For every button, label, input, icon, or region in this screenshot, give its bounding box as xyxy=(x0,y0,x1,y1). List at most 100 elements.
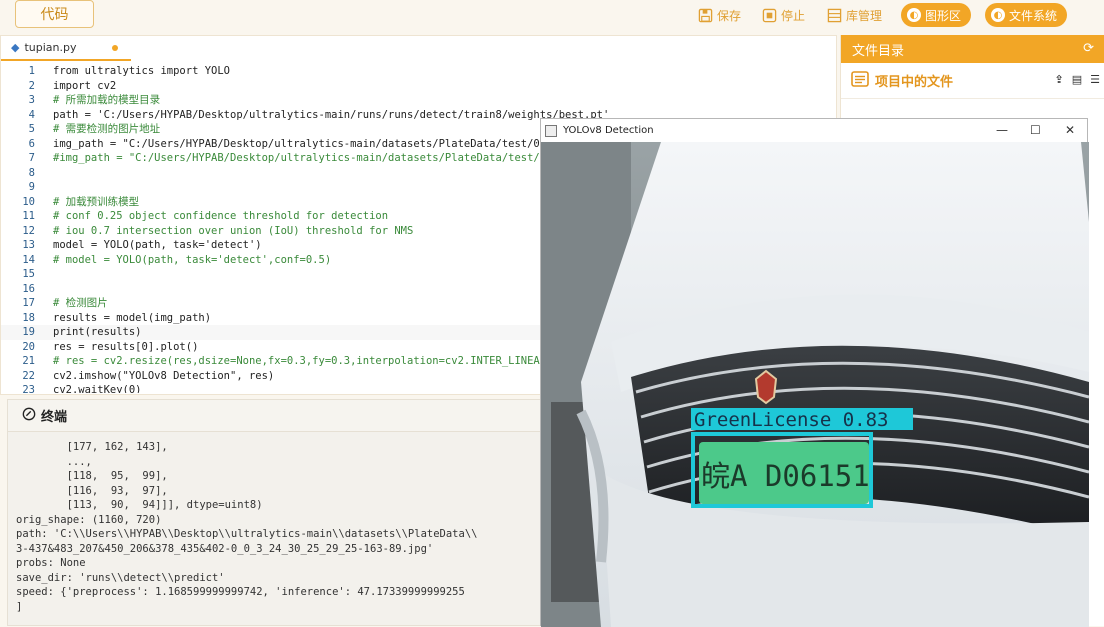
line-number: 19 xyxy=(22,326,35,338)
library-icon xyxy=(826,7,842,23)
stop-icon xyxy=(761,7,777,23)
maximize-icon[interactable]: ☐ xyxy=(1030,123,1041,137)
code-text: # res = cv2.resize(res,dsize=None,fx=0.3… xyxy=(53,355,553,367)
file-system-label: 文件系统 xyxy=(1009,8,1058,23)
code-line[interactable]: 3 # 所需加载的模型目录 xyxy=(1,93,836,108)
line-number: 5 xyxy=(28,123,35,135)
line-number: 22 xyxy=(22,369,35,382)
line-number: 13 xyxy=(22,239,35,251)
line-number: 7 xyxy=(28,152,35,164)
line-number: 14 xyxy=(22,253,35,266)
line-number: 10 xyxy=(22,195,35,208)
folder-icon xyxy=(851,70,869,91)
terminal-line: orig_shape: (1160, 720) xyxy=(16,513,162,526)
code-text: # model = YOLO(path, task='detect',conf=… xyxy=(53,253,332,266)
terminal-line: [177, 162, 143], xyxy=(16,441,168,453)
code-text: # iou 0.7 intersection over union (IoU) … xyxy=(53,224,414,237)
link-icon xyxy=(22,407,36,425)
line-number: 6 xyxy=(28,137,35,150)
line-number: 17 xyxy=(22,297,35,309)
terminal-title: 终端 xyxy=(41,410,68,425)
code-tab-button[interactable]: 代码 xyxy=(15,0,94,28)
line-number: 1 xyxy=(28,65,35,77)
line-number: 11 xyxy=(22,210,35,222)
detection-label: GreenLicense 0.83 xyxy=(694,409,888,431)
terminal-line: path: 'C:\\Users\\HYPAB\\Desktop\\ultral… xyxy=(16,528,478,540)
graphics-label: 图形区 xyxy=(925,8,962,23)
code-text: model = YOLO(path, task='detect') xyxy=(53,239,262,251)
terminal-panel: 终端 [177, 162, 143], ..., [118, 95, 99], … xyxy=(7,399,542,626)
code-text: # 加载预训练模型 xyxy=(53,195,140,208)
code-text: cv2.imshow("YOLOv8 Detection", res) xyxy=(53,369,275,382)
code-text: # 所需加载的模型目录 xyxy=(53,94,161,106)
minimize-icon[interactable]: — xyxy=(996,123,1008,137)
code-text: #img_path = "C:/Users/HYPAB/Desktop/ultr… xyxy=(53,152,578,164)
terminal-output[interactable]: [177, 162, 143], ..., [118, 95, 99], [11… xyxy=(16,440,543,625)
terminal-header: 终端 xyxy=(8,400,541,432)
panel-header: 文件目录 ⟳ xyxy=(841,35,1104,63)
upload-icon[interactable]: ⇪ xyxy=(1055,73,1064,86)
line-number: 9 xyxy=(28,181,35,193)
code-line[interactable]: 1 from ultralytics import YOLO xyxy=(1,64,836,79)
code-text: from ultralytics import YOLO xyxy=(53,65,231,77)
line-number: 8 xyxy=(28,166,35,179)
file-system-button[interactable]: ◐ 文件系统 xyxy=(985,3,1068,27)
terminal-line: probs: None xyxy=(16,557,86,569)
terminal-line: speed: {'preprocess': 1.168599999999742,… xyxy=(16,586,465,598)
terminal-line: save_dir: 'runs\\detect\\predict' xyxy=(16,571,225,584)
code-text: img_path = "C:/Users/HYPAB/Desktop/ultra… xyxy=(53,137,585,150)
top-toolbar: 代码 保存 停止 库管理 ◐ 图形区 ◐ 文件系统 xyxy=(0,0,1104,32)
terminal-line: [116, 93, 97], xyxy=(16,484,168,497)
save-icon xyxy=(697,7,713,23)
refresh-icon[interactable]: ⟳ xyxy=(1083,41,1094,56)
code-text: # conf 0.25 object confidence threshold … xyxy=(53,210,389,222)
lib-manage-button[interactable]: 库管理 xyxy=(826,4,882,26)
code-text: path = 'C:/Users/HYPAB/Desktop/ultralyti… xyxy=(53,108,610,121)
car-image: 皖A D06151 GreenLicense 0.83 xyxy=(541,142,1089,627)
line-number: 16 xyxy=(22,282,35,295)
code-text: import cv2 xyxy=(53,79,117,92)
code-line[interactable]: 2 import cv2 xyxy=(1,79,836,94)
stop-label: 停止 xyxy=(781,8,806,23)
stop-button[interactable]: 停止 xyxy=(761,4,805,26)
code-text: results = model(img_path) xyxy=(53,311,212,324)
terminal-line: 3-437&483_207&450_206&378_435&402-0_0_3_… xyxy=(16,542,434,555)
line-number: 21 xyxy=(22,355,35,367)
line-number: 20 xyxy=(22,340,35,353)
line-number: 23 xyxy=(22,384,35,393)
terminal-line: ..., xyxy=(16,455,92,468)
plate-text: 皖A D06151 xyxy=(701,459,870,493)
line-number: 18 xyxy=(22,311,35,324)
code-text: # 检测图片 xyxy=(53,297,108,309)
file-tab-name: tupian.py xyxy=(24,41,77,54)
graphics-icon: ◐ xyxy=(907,8,921,22)
line-number: 2 xyxy=(28,79,35,92)
line-number: 15 xyxy=(22,268,35,280)
lib-manage-label: 库管理 xyxy=(846,8,883,23)
new-file-icon[interactable]: ▤ xyxy=(1072,73,1082,86)
save-button[interactable]: 保存 xyxy=(697,4,741,26)
code-text: print(results) xyxy=(53,326,142,338)
line-number: 4 xyxy=(28,108,35,121)
window-app-icon xyxy=(545,124,557,137)
detection-image: 皖A D06151 GreenLicense 0.83 xyxy=(541,142,1089,627)
python-file-icon: ◆ xyxy=(11,41,20,54)
line-number: 12 xyxy=(22,224,35,237)
file-system-icon: ◐ xyxy=(991,8,1005,22)
terminal-line: [118, 95, 99], xyxy=(16,470,168,482)
terminal-line: ] xyxy=(16,600,23,613)
save-label: 保存 xyxy=(717,8,742,23)
menu-icon[interactable]: ☰ xyxy=(1090,73,1100,86)
code-text: cv2.waitKey(0) xyxy=(53,384,142,393)
project-files-header: 项目中的文件 ⇪ ▤ ☰ xyxy=(841,63,1104,99)
line-number: 3 xyxy=(28,94,35,106)
modified-indicator xyxy=(111,44,118,51)
code-text: res = results[0].plot() xyxy=(53,340,199,353)
opencv-titlebar: YOLOv8 Detection — ☐ ✕ xyxy=(541,119,1087,142)
graphics-area-button[interactable]: ◐ 图形区 xyxy=(901,3,972,27)
panel-title: 文件目录 xyxy=(852,43,905,59)
close-icon[interactable]: ✕ xyxy=(1065,123,1075,137)
file-tab[interactable]: ◆ tupian.py xyxy=(1,36,131,61)
project-files-label: 项目中的文件 xyxy=(875,75,954,90)
opencv-window-title: YOLOv8 Detection xyxy=(563,125,654,136)
